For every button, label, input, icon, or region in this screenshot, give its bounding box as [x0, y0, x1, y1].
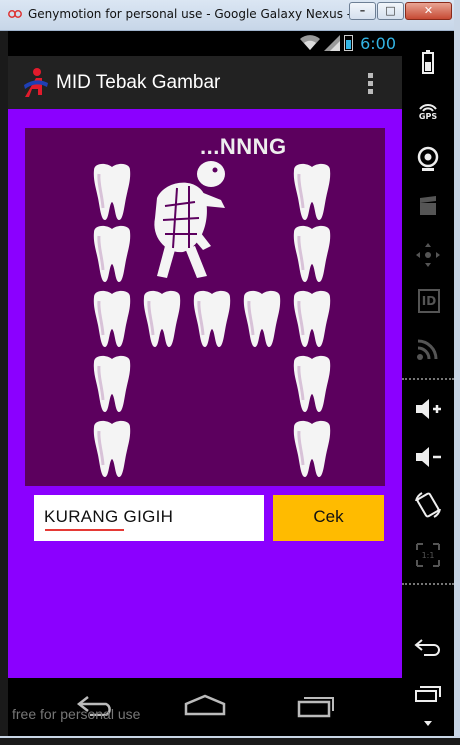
puzzle-image: ...NNNG	[25, 128, 385, 486]
app-logo-icon	[24, 68, 48, 97]
gps-label: GPS	[418, 112, 438, 121]
maximize-button[interactable]: □	[377, 2, 404, 20]
battery-icon	[344, 35, 353, 51]
emulator-screen: 6:00 MID Tebak Gambar ...NNNG KURANG GIG…	[8, 31, 402, 738]
battery-widget-icon[interactable]	[412, 47, 444, 79]
status-clock: 6:00	[360, 34, 396, 53]
minimize-icon: –	[359, 4, 366, 17]
minimize-button[interactable]: –	[349, 2, 376, 20]
pixel-perfect-icon[interactable]: 1:1	[412, 539, 444, 571]
action-bar: MID Tebak Gambar	[8, 56, 402, 109]
volume-down-icon[interactable]	[412, 441, 444, 473]
main-content: ...NNNG KURANG GIGIH Cek	[8, 109, 402, 678]
maximize-icon: □	[385, 4, 396, 17]
remote-control-icon[interactable]	[412, 239, 444, 271]
rotate-screen-icon[interactable]	[412, 489, 444, 521]
home-icon[interactable]	[183, 694, 227, 716]
overflow-menu-icon[interactable]	[368, 73, 374, 97]
close-icon: ✕	[423, 4, 434, 17]
panel-divider	[402, 378, 454, 380]
close-button[interactable]: ✕	[405, 2, 452, 20]
side-recent-apps-icon[interactable]	[412, 679, 444, 711]
window-titlebar: Genymotion for personal use - Google Gal…	[0, 0, 460, 31]
teeth-letter-h-illustration	[92, 161, 332, 479]
answer-text: KURANG GIGIH	[44, 507, 174, 526]
spellcheck-underline	[45, 529, 124, 531]
gps-icon[interactable]: GPS	[412, 97, 444, 129]
answer-input[interactable]: KURANG GIGIH	[34, 495, 264, 541]
side-back-icon[interactable]	[412, 631, 444, 663]
expand-more-icon[interactable]	[412, 713, 444, 745]
video-capture-icon[interactable]	[412, 191, 444, 223]
device-id-icon[interactable]: ID	[412, 285, 444, 317]
camera-icon[interactable]	[412, 143, 444, 175]
watermark-text: free for personal use	[12, 706, 141, 722]
panel-divider	[402, 583, 454, 585]
check-button-label: Cek	[313, 507, 344, 526]
wifi-icon	[300, 35, 320, 50]
status-bar: 6:00	[8, 31, 402, 56]
svg-text:1:1: 1:1	[422, 551, 435, 560]
genymotion-app-icon	[8, 10, 22, 18]
volume-up-icon[interactable]	[412, 393, 444, 425]
cast-icon[interactable]	[412, 333, 444, 365]
window-title: Genymotion for personal use - Google Gal…	[28, 7, 390, 21]
signal-icon	[324, 35, 340, 51]
device-id-label: ID	[418, 289, 440, 313]
check-button[interactable]: Cek	[273, 495, 384, 541]
window-border	[454, 0, 460, 738]
recent-apps-icon[interactable]	[296, 694, 336, 718]
genymotion-side-panel: GPS ID 1:1	[402, 31, 454, 738]
app-title: MID Tebak Gambar	[56, 72, 221, 93]
